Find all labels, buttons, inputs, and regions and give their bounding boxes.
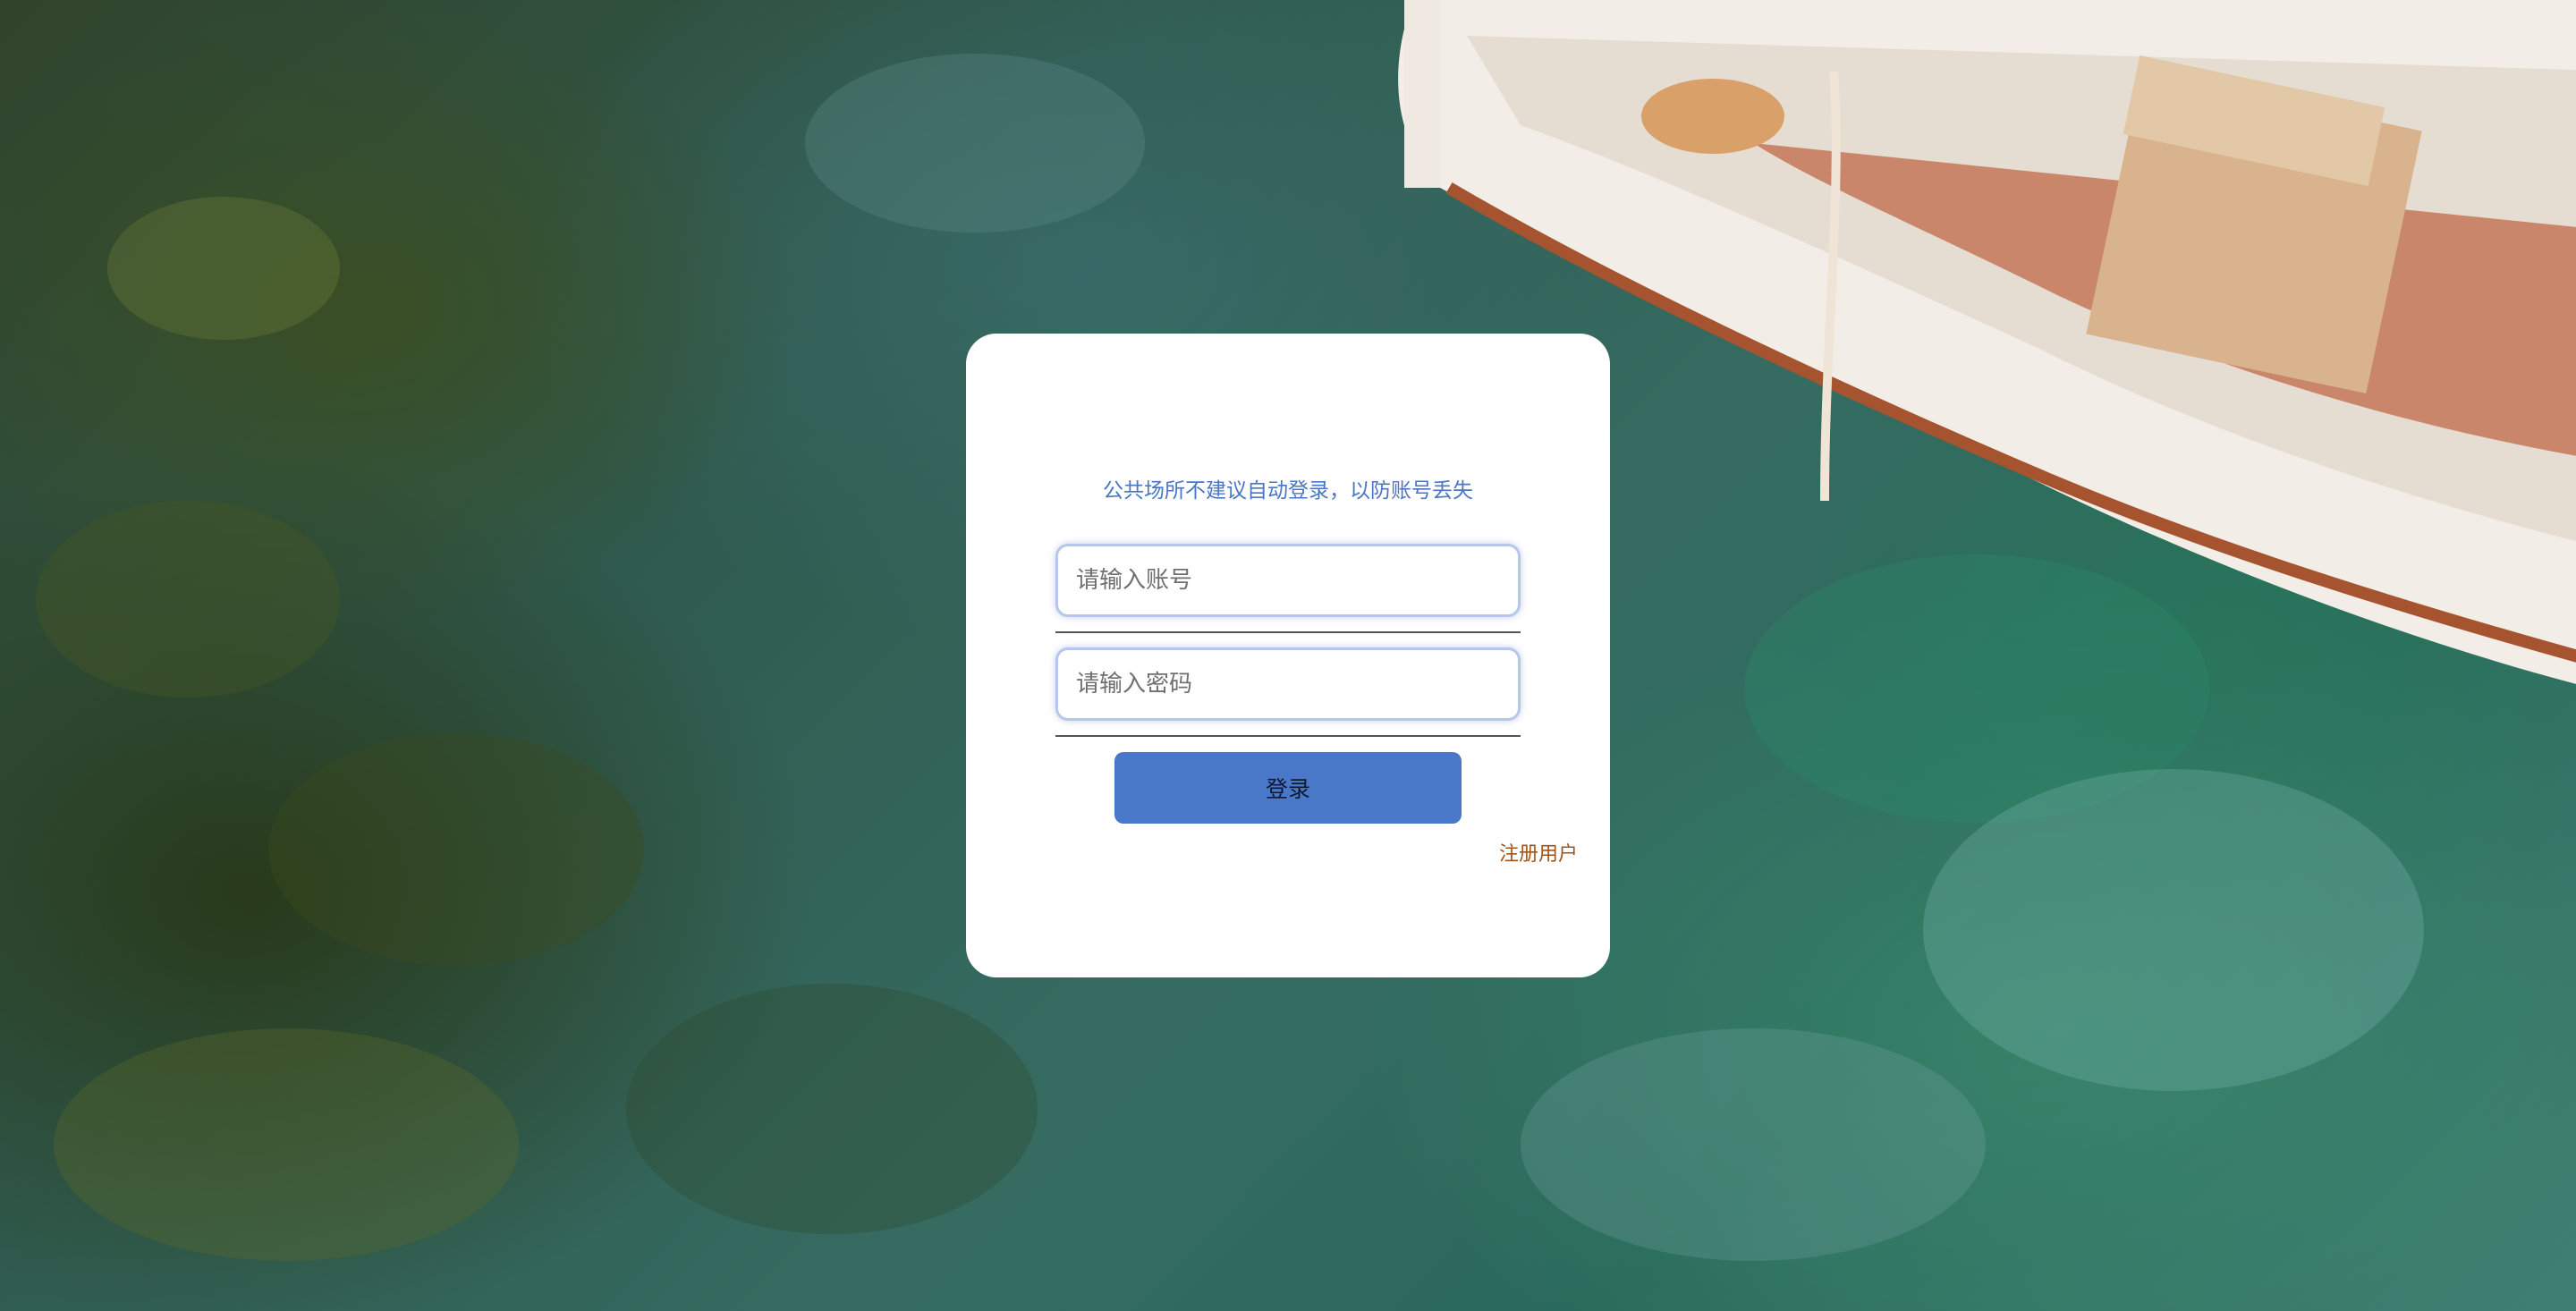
password-field (1055, 647, 1521, 737)
water-texture (54, 1028, 519, 1261)
login-card: 公共场所不建议自动登录，以防账号丢失 登录 注册用户 (966, 334, 1610, 977)
login-button[interactable]: 登录 (1114, 752, 1462, 824)
water-texture (268, 733, 644, 966)
water-texture (1521, 1028, 1986, 1261)
account-underline (1055, 631, 1521, 633)
password-input[interactable] (1055, 647, 1521, 721)
register-link[interactable]: 注册用户 (1499, 838, 1578, 867)
account-input[interactable] (1055, 544, 1521, 617)
water-texture (1923, 769, 2424, 1091)
password-underline (1055, 735, 1521, 737)
login-notice: 公共场所不建议自动登录，以防账号丢失 (1103, 479, 1473, 503)
water-texture (805, 54, 1145, 233)
water-texture (36, 501, 340, 698)
water-texture (626, 984, 1038, 1234)
water-texture (107, 197, 340, 340)
account-field (1055, 544, 1521, 633)
